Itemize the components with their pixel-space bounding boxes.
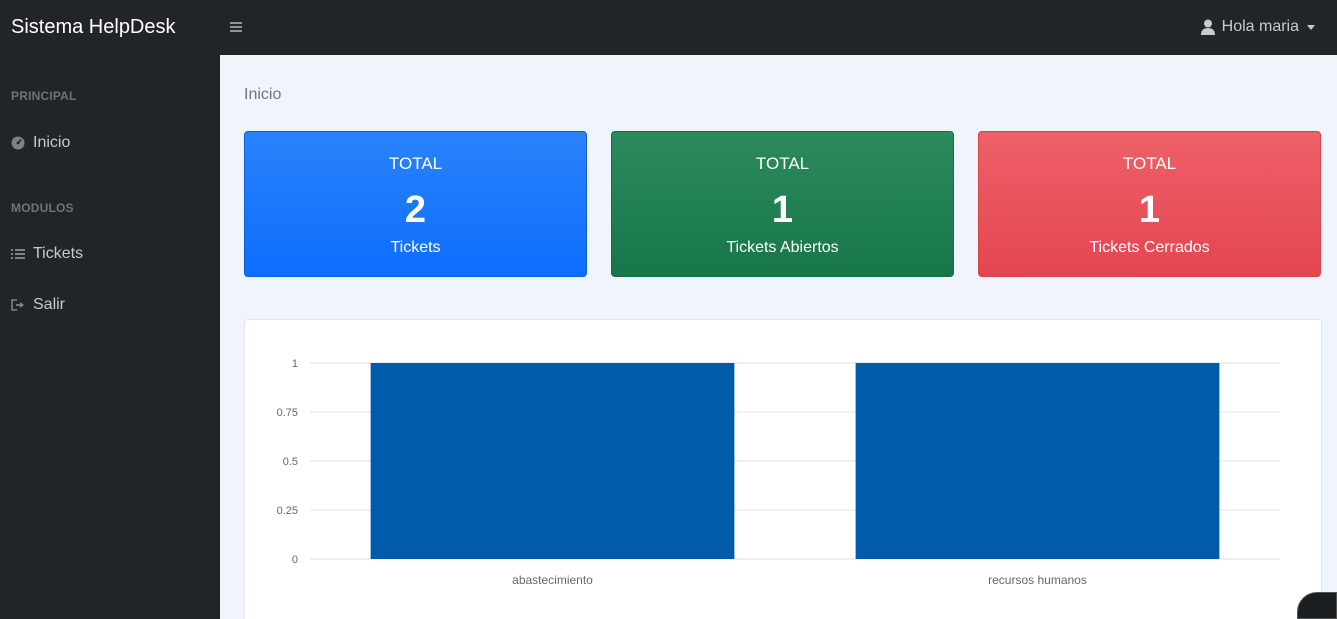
bar-chart: 0 0.25 0.5 0.75 1 abastecimiento recursos huma… [277,358,1280,587]
sidebar-item-label: Tickets [33,245,84,262]
chart-card: 0 0.25 0.5 0.75 1 abastecimiento recursos huma… [244,319,1322,619]
bar [855,363,1220,559]
chevron-down-icon [1307,24,1315,30]
list-icon [11,247,25,261]
card-value: 1 [1138,189,1161,231]
y-tick-label: 0.75 [277,407,298,419]
user-icon [1200,19,1215,35]
card-value: 1 [771,189,794,231]
overlay-widget [1297,592,1337,619]
card-closed-tickets: TOTAL 1 Tickets Cerrados [978,131,1321,277]
y-tick-label: 0.5 [283,456,298,468]
sidebar-item-tickets[interactable]: Tickets [11,243,83,265]
sidebar: PRINCIPAL Inicio MODULOS Tickets Salir [0,55,220,619]
x-tick-label: recursos humanos [988,573,1087,587]
sidebar-item-label: Inicio [33,134,71,151]
y-tick-label: 1 [292,358,298,370]
card-total-tickets: TOTAL 2 Tickets [244,131,587,277]
y-tick-label: 0.25 [277,505,298,517]
sidebar-item-label: Salir [33,296,66,313]
bar [370,363,735,559]
sidebar-item-inicio[interactable]: Inicio [11,132,70,154]
sidebar-heading-modulos: MODULOS [11,201,74,215]
card-label: Tickets [390,239,441,256]
card-title: TOTAL [388,154,443,173]
card-label: Tickets Cerrados [1089,239,1210,256]
sidebar-heading-principal: PRINCIPAL [11,89,77,103]
x-tick-label: abastecimiento [512,573,593,587]
user-menu-dropdown[interactable]: Hola maria [1200,15,1315,39]
dashboard-icon [11,136,25,150]
y-tick-label: 0 [292,554,298,566]
card-title: TOTAL [1122,154,1177,173]
breadcrumb: Inicio [244,86,282,103]
card-value: 2 [404,189,427,231]
card-title: TOTAL [755,154,810,173]
sidebar-toggle-button[interactable] [228,16,244,38]
card-open-tickets: TOTAL 1 Tickets Abiertos [611,131,954,277]
top-navbar: Sistema HelpDesk Hola maria [0,0,1337,55]
sign-out-icon [11,298,25,312]
brand-title[interactable]: Sistema HelpDesk [11,14,176,40]
sidebar-item-salir[interactable]: Salir [11,294,65,316]
user-greeting: Hola maria [1221,18,1299,35]
card-label: Tickets Abiertos [726,239,839,256]
